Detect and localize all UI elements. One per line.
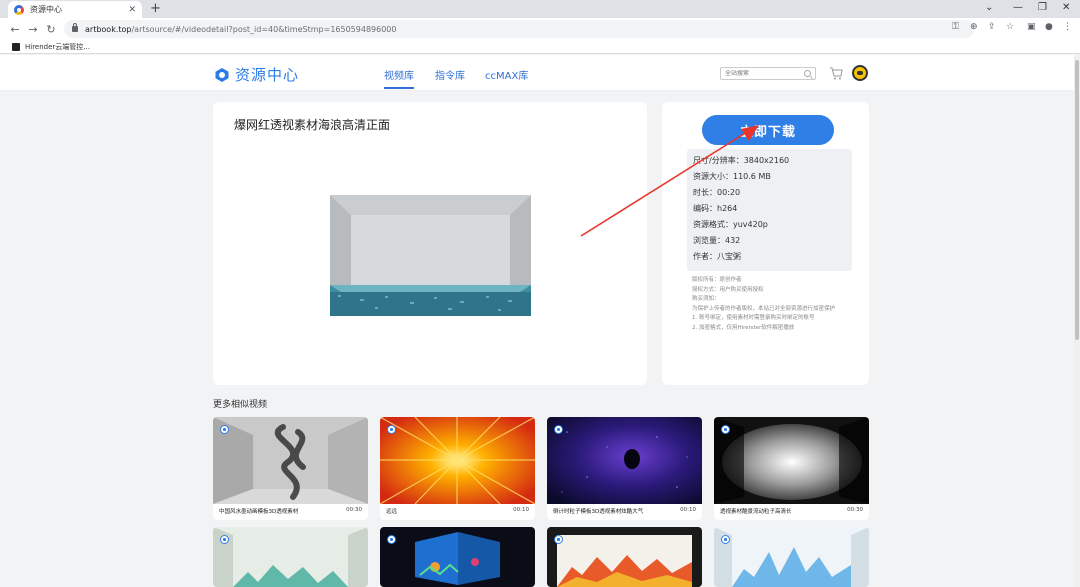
nav-ccmax-library[interactable]: ccMAX库 — [485, 67, 528, 82]
cart-icon[interactable] — [829, 67, 843, 80]
video-preview[interactable] — [330, 195, 531, 316]
tab-search-icon[interactable]: ⌄ — [985, 2, 993, 13]
bookmark-item[interactable]: Hirender云端管控... — [25, 42, 90, 52]
side-panel-icon[interactable]: ▣ — [1027, 22, 1036, 32]
thumb-image — [547, 527, 702, 587]
thumb-image — [213, 527, 368, 587]
menu-icon[interactable]: ⋮ — [1063, 22, 1072, 32]
browser-tabstrip: 资源中心 ✕ + ⌄ — ❐ ✕ — [0, 0, 1080, 18]
minimize-icon[interactable]: — — [1013, 2, 1023, 13]
bookmark-favicon-icon — [12, 42, 20, 51]
video-thumb[interactable] — [714, 527, 869, 587]
url-path: /artsource/#/videodetail?post_id=40&time… — [131, 24, 397, 34]
hexagon-logo-icon — [215, 67, 229, 82]
search-icon[interactable] — [804, 70, 811, 77]
url-host: artbook.top — [85, 24, 132, 34]
verified-badge-icon — [721, 535, 730, 544]
thumb-image — [714, 417, 869, 504]
video-thumb[interactable] — [213, 527, 368, 587]
thumb-image — [380, 417, 535, 504]
thumb-duration: 00:10 — [680, 507, 696, 513]
thumb-caption: 透视素材酷景流动粒子高清长 — [720, 509, 792, 515]
address-bar: ← → ↻ artbook.top/artsource/#/videodetai… — [0, 18, 1080, 40]
thumb-image — [380, 527, 535, 587]
tab-title: 资源中心 — [30, 5, 62, 14]
zoom-icon[interactable]: ⊕ — [970, 22, 978, 32]
profile-icon[interactable]: ● — [1045, 22, 1053, 32]
site-header: 资源中心 视频库 指令库 ccMAX库 — [0, 55, 1080, 91]
video-thumb[interactable] — [547, 527, 702, 587]
key-icon[interactable]: ⚿ — [952, 22, 959, 32]
verified-badge-icon — [220, 535, 229, 544]
note-line: 授权方式：用户购买使用授权 — [692, 286, 764, 293]
nav-video-library[interactable]: 视频库 — [384, 67, 414, 89]
search-input[interactable] — [725, 70, 797, 77]
video-thumb[interactable]: 远远 00:10 — [380, 417, 535, 520]
more-videos-heading: 更多相似视频 — [213, 400, 268, 410]
browser-tab[interactable]: 资源中心 ✕ — [8, 1, 142, 18]
thumb-caption: 中国风水墨动画模板3D透视素材 — [219, 509, 299, 515]
user-avatar[interactable] — [852, 65, 868, 81]
url-field[interactable]: artbook.top/artsource/#/videodetail?post… — [64, 20, 974, 38]
note-line: 为保护上传者的作者版权，本站已对全部资源进行加密保护 — [692, 305, 836, 312]
site-search[interactable] — [720, 67, 816, 80]
page-scrollbar-thumb[interactable] — [1075, 60, 1079, 340]
share-icon[interactable]: ⇪ — [988, 22, 996, 32]
tab-close-icon[interactable]: ✕ — [128, 5, 136, 15]
verified-badge-icon — [721, 425, 730, 434]
close-window-icon[interactable]: ✕ — [1062, 2, 1070, 13]
site-favicon-icon — [14, 4, 24, 15]
thumb-image — [213, 417, 368, 504]
video-thumb[interactable]: 透视素材酷景流动粒子高清长 00:30 — [714, 417, 869, 520]
purchase-notes: 版权所有：原创作者 授权方式：用户购买使用授权 购买须知： 为保护上传者的作者版… — [692, 276, 835, 333]
logo-text: 资源中心 — [235, 66, 300, 84]
thumb-duration: 00:10 — [513, 507, 529, 513]
note-line: 购买须知： — [692, 296, 720, 302]
bookmarks-bar: Hirender云端管控... — [0, 40, 1080, 54]
bookmark-star-icon[interactable]: ☆ — [1006, 22, 1014, 32]
reload-icon[interactable]: ↻ — [42, 23, 60, 36]
thumb-image — [547, 417, 702, 504]
site-logo[interactable]: 资源中心 — [214, 64, 299, 85]
video-thumb[interactable]: 倒计时粒子模板3D透视素材炫酷大气 00:10 — [547, 417, 702, 520]
thumb-duration: 00:30 — [346, 507, 362, 513]
thumb-caption: 远远 — [386, 509, 398, 515]
verified-badge-icon — [554, 535, 563, 544]
video-title: 爆网红透视素材海浪高清正面 — [234, 118, 391, 132]
lock-icon — [72, 23, 78, 32]
annotation-arrow-icon — [580, 125, 759, 237]
video-thumb[interactable] — [380, 527, 535, 587]
note-line: 2. 加密格式，仅用Hirender软件解密播放 — [692, 324, 795, 331]
verified-badge-icon — [220, 425, 229, 434]
video-thumb[interactable]: 中国风水墨动画模板3D透视素材 00:30 — [213, 417, 368, 520]
verified-badge-icon — [387, 535, 396, 544]
restore-icon[interactable]: ❐ — [1038, 2, 1047, 13]
verified-badge-icon — [554, 425, 563, 434]
forward-icon[interactable]: → — [24, 23, 42, 36]
new-tab-icon[interactable]: + — [150, 1, 161, 16]
nav-command-library[interactable]: 指令库 — [435, 67, 465, 82]
thumb-duration: 00:30 — [847, 507, 863, 513]
thumb-image — [714, 527, 869, 587]
spec-author: 作者：八宝粥 — [693, 252, 741, 261]
thumb-caption: 倒计时粒子模板3D透视素材炫酷大气 — [553, 509, 644, 515]
note-line: 版权所有：原创作者 — [692, 277, 742, 283]
verified-badge-icon — [387, 425, 396, 434]
note-line: 1. 账号绑定，使用素材时需登录购买时绑定的账号 — [692, 315, 815, 321]
back-icon[interactable]: ← — [6, 23, 24, 36]
